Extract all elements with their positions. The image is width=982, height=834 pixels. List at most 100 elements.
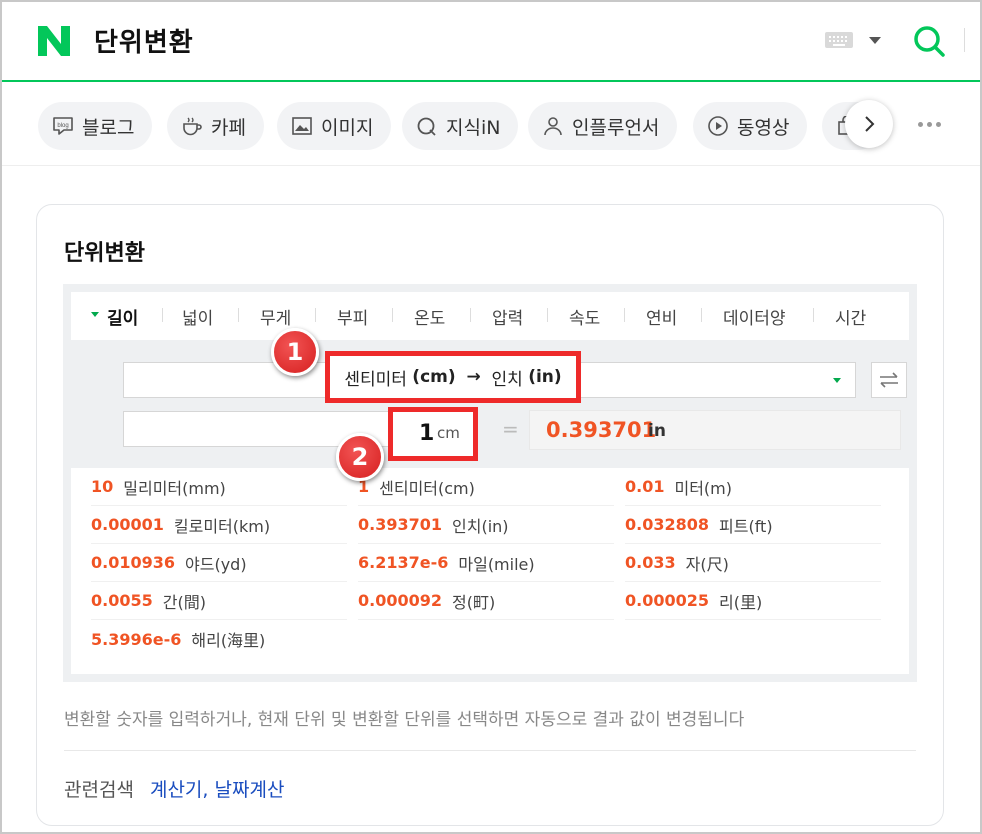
unit-name: 센티미터(cm) [379,478,475,498]
list-item: 0.010936 야드(yd) [91,544,347,582]
list-item: 0.000092 정(町) [358,582,614,620]
search-header: 단위변환 [2,2,980,82]
unit-converter-card: 단위변환 길이 넓이 무게 부피 온도 압력 속도 연비 데이터양 시간 = 0… [36,204,944,826]
tab-label: 지식iN [446,116,501,139]
tab-label: 인플루언서 [572,116,660,139]
list-item: 0.0055 간(間) [91,582,347,620]
list-item: 0.01 미터(m) [625,468,881,506]
naver-logo[interactable] [36,24,72,58]
caret-down-icon [91,312,99,317]
chevron-down-icon[interactable] [869,37,881,44]
tab-label: 이미지 [321,116,374,139]
category-pressure[interactable]: 압력 [492,304,523,329]
category-divider [701,308,702,322]
keyboard-icon[interactable] [825,32,853,48]
list-item: 10 밀리미터(mm) [91,468,347,506]
unit-name: 해리(海里) [191,631,266,650]
related-link-date-calculator[interactable]: 날짜계산 [215,779,285,801]
category-divider [470,308,471,322]
conversion-value: 5.3996e-6 [91,629,182,649]
tab-image[interactable]: 이미지 [277,102,392,150]
svg-text:blog: blog [57,123,68,129]
category-fuel-efficiency[interactable]: 연비 [646,304,677,329]
highlight-input-value[interactable]: 1 cm [388,407,478,461]
list-item: 0.033 자(尺) [625,544,881,582]
related-searches: 관련검색 계산기, 날짜계산 [64,775,284,802]
highlight-unit-selection[interactable]: 센티미터 (cm) → 인치 (in) [325,351,581,403]
related-label: 관련검색 [64,779,134,801]
tabs-next-button[interactable] [845,100,893,148]
caret-down-icon [833,378,841,383]
conversion-value: 0.010936 [91,553,176,572]
category-divider [813,308,814,322]
unit-name: 야드(yd) [185,554,247,574]
category-data-size[interactable]: 데이터양 [723,304,786,329]
search-icon[interactable] [912,24,946,58]
tab-influencer[interactable]: 인플루언서 [528,102,678,150]
result-display: 0.393701 in [529,410,901,450]
blog-icon: blog [53,117,73,135]
list-item: 1 센티미터(cm) [358,468,614,506]
from-unit-abbr: (cm) [412,367,456,387]
to-unit-select[interactable] [543,362,856,398]
to-unit-abbr: (in) [528,367,562,387]
list-item: 6.2137e-6 마일(mile) [358,544,614,582]
tab-label: 카페 [211,116,246,139]
result-value: 0.393701 [546,418,657,442]
category-area[interactable]: 넓이 [182,304,213,329]
conversion-value: 10 [91,477,114,496]
tab-cafe[interactable]: 카페 [167,102,264,150]
list-item: 0.393701 인치(in) [358,506,614,544]
list-item: 0.032808 피트(ft) [625,506,881,544]
arrow-right-icon: → [466,367,481,387]
more-icon[interactable] [918,122,941,127]
swap-icon [880,372,898,388]
related-link-calculator[interactable]: 계산기 [150,779,202,801]
tab-knowledge-in[interactable]: 지식iN [402,102,519,150]
conversion-value: 0.00001 [91,515,164,534]
tab-blog[interactable]: blog 블로그 [38,102,153,150]
conversion-value: 0.01 [625,477,665,496]
play-icon [708,116,728,136]
unit-name: 마일(mile) [458,554,535,574]
header-divider [964,28,965,52]
conversion-value: 0.0055 [91,591,153,610]
conversion-value: 0.033 [625,553,676,572]
category-divider [392,308,393,322]
category-volume[interactable]: 부피 [337,304,368,329]
conversion-value: 0.032808 [625,515,710,534]
related-separator: , [202,779,209,801]
swap-units-button[interactable] [871,362,907,398]
input-unit: cm [437,424,460,442]
browser-frame: 단위변환 blog 블로그 카페 이미지 지식iN 인플루언서 동영상 단위변환… [0,0,982,834]
category-weight[interactable]: 무게 [260,304,291,329]
category-speed[interactable]: 속도 [569,304,600,329]
unit-name: 피트(ft) [719,516,773,536]
category-time[interactable]: 시간 [835,304,866,329]
search-query[interactable]: 단위변환 [94,22,194,59]
category-temperature[interactable]: 온도 [414,304,445,329]
conversion-value: 0.000092 [358,591,443,610]
unit-name: 자(尺) [685,554,729,574]
step-badge-2: 2 [336,433,384,481]
category-divider [238,308,239,322]
list-item: 0.00001 킬로미터(km) [91,506,347,544]
unit-name: 간(間) [162,592,206,612]
from-unit-label: 센티미터 [344,369,407,390]
converter-panel: 길이 넓이 무게 부피 온도 압력 속도 연비 데이터양 시간 = 0.3937… [63,284,917,682]
tab-label: 동영상 [737,116,790,139]
help-text: 변환할 숫자를 입력하거나, 현재 단위 및 변환할 단위를 선택하면 자동으로… [64,710,745,730]
conversion-list: 10 밀리미터(mm) 1 센티미터(cm) 0.01 미터(m) 0.00001 킬로… [71,468,909,674]
unit-name: 킬로미터(km) [173,516,271,536]
conversion-value: 6.2137e-6 [358,553,449,572]
card-title: 단위변환 [64,241,145,266]
conversion-value: 0.393701 [358,515,443,534]
step-badge-1: 1 [271,328,319,376]
conversion-value: 0.000025 [625,591,710,610]
to-unit-label: 인치 [491,369,523,390]
category-divider [624,308,625,322]
chevron-right-icon [865,116,875,132]
tab-video[interactable]: 동영상 [693,102,808,150]
category-length[interactable]: 길이 [107,304,138,329]
equals-sign: = [502,417,519,441]
